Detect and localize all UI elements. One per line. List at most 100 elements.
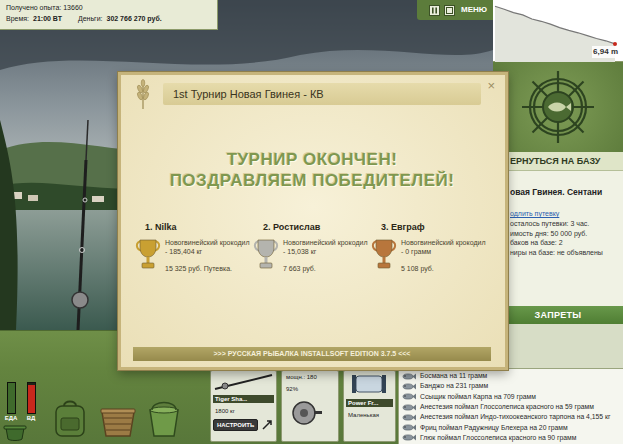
- bans-area: [493, 324, 623, 368]
- fish-icon: [402, 414, 416, 421]
- meter-fill: [28, 385, 35, 414]
- meter: [3, 382, 19, 414]
- base-detail: баков на базе: 2: [510, 238, 620, 248]
- winner-prize: 7 663 руб.: [283, 264, 371, 273]
- location-title: овая Гвинея. Сентани: [510, 187, 620, 198]
- trophy-icon: [253, 238, 279, 270]
- feed-text: Ссыщик поймал Карпа на 709 грамм: [420, 392, 536, 402]
- pot-icon[interactable]: [3, 422, 27, 442]
- feed-item: Анестезия поймал Глоссолеписа красного н…: [402, 402, 620, 412]
- trophy-icon: [371, 238, 397, 270]
- winner-result: Новогвинейский крокодил - 15,038 кг 7 663…: [253, 238, 371, 273]
- winner-text: Новогвинейский крокодил - 15,038 кг 7 663…: [283, 238, 371, 273]
- feed-item: Ссыщик поймал Карпа на 709 грамм: [402, 392, 620, 402]
- hook-size: Маленькая: [346, 411, 393, 419]
- time-value: 21:00 ВТ: [33, 13, 62, 24]
- feed-item: Глюк поймал Глоссолеписа красного на 90 …: [402, 433, 620, 443]
- feed-item: Анестезия поймал Индо-тихоокеанского тар…: [402, 412, 620, 422]
- feed-item: Банджо на 231 грамм: [402, 381, 620, 391]
- side-panel: 6,94 m ЕРНУТЬСЯ НА БАЗУ овая Гвинея. Сен…: [493, 0, 623, 368]
- base-detail: осталось путевки: 3 час.: [510, 219, 620, 229]
- feed-text: Глюк поймал Глоссолеписа красного на 90 …: [420, 433, 576, 443]
- basket-icon[interactable]: [98, 402, 138, 438]
- pause-icon[interactable]: [429, 5, 440, 16]
- winner-text: Новогвинейский крокодил - 0 грамм 5 108 р…: [401, 238, 489, 273]
- meter-color: [28, 385, 35, 414]
- depth-reading: 6,94 m: [592, 46, 619, 58]
- winner: 1. Nilka Новогвинейский крокодил - 185,40…: [135, 221, 253, 273]
- feed-text: Фриц поймал Радужницу Блехера на 20 грам…: [420, 423, 568, 433]
- fish-icon: [402, 373, 416, 380]
- spool-icon: [346, 373, 392, 395]
- fish-icon: [402, 424, 416, 431]
- base-info: овая Гвинея. Сентани одлить путевку оста…: [493, 171, 623, 306]
- inventory-bar-bottom: ЕДА ВД Tiger Sha... 1800 кг НАСТРОИТЬ: [0, 368, 398, 444]
- base-emblem[interactable]: [493, 62, 623, 152]
- toolbar: МЕНЮ: [417, 0, 493, 20]
- winner-catch: Новогвинейский крокодил - 15,038 кг: [283, 238, 371, 256]
- feed-item: Босмана на 11 грамм: [402, 371, 620, 381]
- winner-catch: Новогвинейский крокодил - 0 грамм: [401, 238, 489, 256]
- fish-icon: [402, 434, 416, 441]
- winner: 3. Евграф Новогвинейский крокодил - 0 гра…: [371, 221, 489, 273]
- rod-icon: [213, 373, 274, 391]
- winner-name: 3. Евграф: [371, 221, 489, 233]
- base-details: осталось путевки: 3 час.имость дня: 50 0…: [510, 219, 620, 257]
- meter-track: [7, 382, 16, 414]
- headline-line: ПОЗДРАВЛЯЕМ ПОБЕДИТЕЛЕЙ!: [127, 170, 497, 191]
- reel-power: мощн.: 180: [284, 373, 336, 381]
- reel-wear: 92%: [284, 385, 336, 393]
- stats-panel: Получено опыта: 13660 Время:21:00 ВТ Ден…: [0, 0, 218, 30]
- meter-label: ВД: [23, 414, 39, 422]
- meters: ЕДА ВД: [3, 382, 42, 442]
- winner-text: Новогвинейский крокодил - 185,404 кг15 3…: [165, 238, 253, 273]
- rod-name: Tiger Sha...: [213, 395, 274, 403]
- winners: 1. Nilka Новогвинейский крокодил - 185,40…: [127, 221, 497, 273]
- winner-name: 2. Ростислав: [253, 221, 371, 233]
- time-label: Время:: [6, 13, 29, 24]
- arrow-icon[interactable]: [262, 420, 272, 430]
- trophy-icon: [135, 238, 161, 270]
- feed-text: Анестезия поймал Глоссолеписа красного н…: [420, 402, 594, 412]
- rod-slot[interactable]: Tiger Sha... 1800 кг НАСТРОИТЬ: [210, 370, 277, 442]
- window-icon[interactable]: [444, 5, 455, 16]
- base-detail: имость дня: 50 000 руб.: [510, 229, 620, 239]
- wheat-icon: [127, 79, 159, 111]
- fish-icon: [402, 404, 416, 411]
- dialog-footer: >>> РУССКАЯ РЫБАЛКА INSTALLSOFT EDITION …: [133, 347, 491, 361]
- meter-color: [8, 383, 15, 413]
- feed-item: Фриц поймал Радужницу Блехера на 20 грам…: [402, 422, 620, 432]
- fish-icon: [402, 393, 416, 400]
- feed-text: Босмана на 11 грамм: [420, 371, 487, 381]
- setup-button[interactable]: НАСТРОИТЬ: [213, 419, 258, 431]
- fish-icon: [402, 383, 416, 390]
- menu-button[interactable]: МЕНЮ: [459, 4, 489, 16]
- experience-label: Получено опыта: 13660: [6, 2, 211, 13]
- feed-text: Анестезия поймал Индо-тихоокеанского тар…: [420, 412, 610, 422]
- game-screen: Получено опыта: 13660 Время:21:00 ВТ Ден…: [0, 0, 623, 444]
- reel-slot[interactable]: мощн.: 180 92%: [281, 370, 339, 442]
- line-slot[interactable]: Power Fr... Маленькая: [343, 370, 396, 442]
- time-field: Время: 21:00 ВТ: [6, 13, 62, 24]
- bucket-icon[interactable]: [146, 400, 182, 438]
- catch-feed: Босмана на 11 граммБанджо на 231 граммСс…: [398, 368, 623, 444]
- winner-name: 1. Nilka: [135, 221, 253, 233]
- winner-catch: Новогвинейский крокодил - 185,404 кг: [165, 238, 253, 256]
- gear-items: [42, 398, 210, 442]
- close-button[interactable]: ×: [485, 79, 497, 92]
- extend-permit-link[interactable]: одлить путевку: [510, 209, 620, 219]
- winner: 2. Ростислав Новогвинейский крокодил - 15…: [253, 221, 371, 273]
- dialog-title: 1st Турнир Новая Гвинея - КВ: [163, 83, 481, 105]
- headline: ТУРНИР ОКОНЧЕН!ПОЗДРАВЛЯЕМ ПОБЕДИТЕЛЕЙ!: [127, 149, 497, 191]
- return-to-base-button[interactable]: ЕРНУТЬСЯ НА БАЗУ: [493, 152, 623, 171]
- rod-load: 1800 кг: [213, 407, 274, 415]
- depth-chart: 6,94 m: [493, 0, 623, 62]
- backpack-icon[interactable]: [50, 398, 90, 438]
- reel-icon: [284, 397, 324, 427]
- bans-header[interactable]: ЗАПРЕТЫ: [493, 306, 623, 324]
- winner-prize: 5 108 руб.: [401, 264, 489, 273]
- tackle-slots: Tiger Sha... 1800 кг НАСТРОИТЬ мощн.: 18…: [210, 370, 396, 442]
- depth-line: [495, 6, 615, 44]
- ship-wheel-icon[interactable]: [520, 69, 596, 145]
- meter-label: ЕДА: [3, 414, 19, 422]
